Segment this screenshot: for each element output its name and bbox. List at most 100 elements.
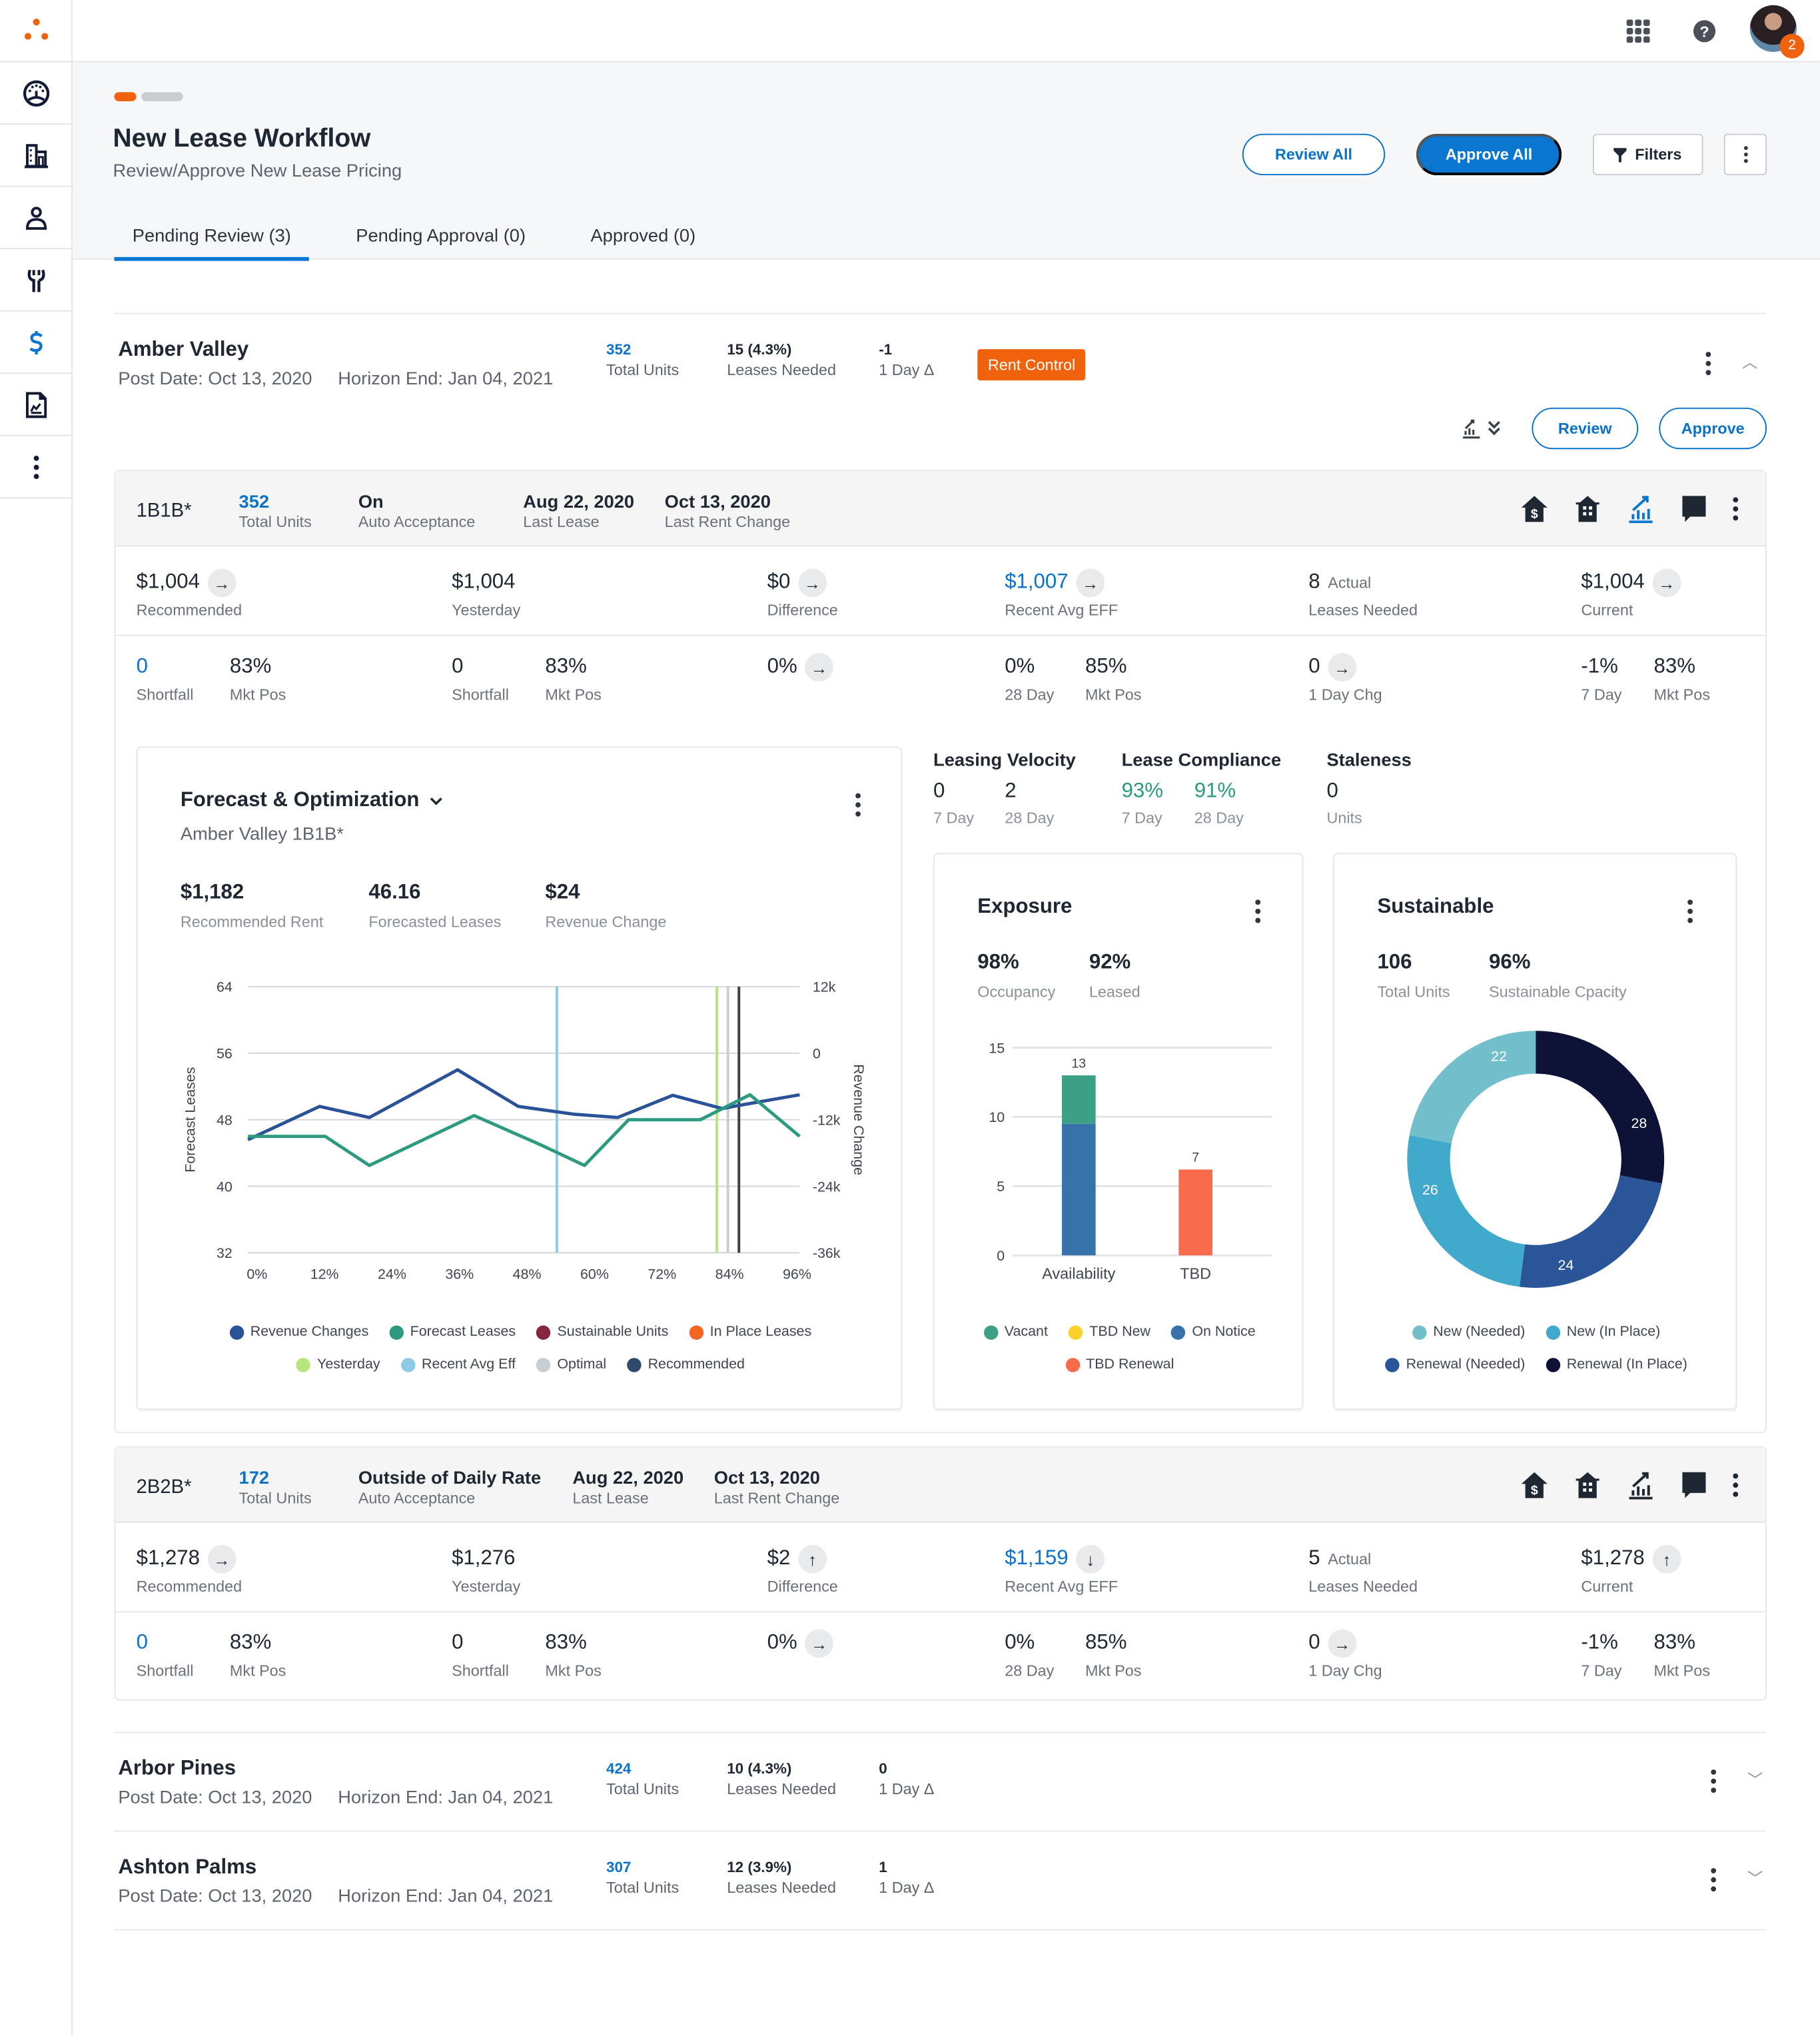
building-icon — [24, 143, 48, 168]
sidebar-item-residents[interactable] — [0, 187, 72, 250]
legend-item[interactable]: Recent Avg Eff — [400, 1356, 516, 1372]
page-dot[interactable] — [141, 92, 183, 101]
review-button[interactable]: Review — [1532, 407, 1639, 450]
more-options-button[interactable] — [1723, 133, 1767, 176]
legend-label: In Place Leases — [709, 1324, 812, 1340]
help-icon[interactable]: ? — [1693, 19, 1716, 43]
more-vertical-icon[interactable] — [1731, 494, 1739, 523]
leasing-velocity-title: Leasing Velocity — [933, 749, 1076, 770]
legend-item[interactable]: Revenue Changes — [229, 1324, 368, 1340]
property-name[interactable]: Arbor Pines — [118, 1758, 236, 1781]
chevron-up-icon[interactable]: ︿ — [1742, 350, 1757, 372]
slice-new-in-place- — [1407, 1135, 1526, 1287]
apartment-building-icon[interactable] — [1572, 1471, 1603, 1500]
leases-needed: 10 (4.3%) Leases Needed — [727, 1762, 837, 1798]
filters-button[interactable]: Filters — [1592, 133, 1703, 176]
avatar[interactable]: 2 — [1749, 5, 1805, 59]
metric-28-day: 0% 28 Day — [1005, 656, 1055, 704]
sustainable-title: Sustainable — [1377, 895, 1494, 918]
stat-recommended-rent: $1,182 Recommended Rent — [180, 881, 324, 931]
property-row: Arbor Pines Post Date: Oct 13, 2020 Hori… — [114, 1732, 1766, 1830]
metric-shortfall: 0 Shortfall — [136, 656, 194, 704]
comment-icon[interactable] — [1679, 1471, 1710, 1500]
apartment-building-icon[interactable] — [1572, 494, 1603, 523]
approve-all-button[interactable]: Approve All — [1416, 133, 1562, 176]
chevron-down-icon[interactable] — [430, 796, 442, 805]
legend-label: Recommended — [648, 1356, 745, 1372]
forecast-chart-icon[interactable] — [1625, 1471, 1657, 1500]
tab-approved[interactable]: Approved (0) — [572, 208, 713, 261]
property-menu-icon[interactable] — [1711, 1769, 1717, 1797]
sidebar-item-properties[interactable] — [0, 125, 72, 187]
stat-total-units: 106 Total Units — [1377, 951, 1450, 1001]
metric-mkt-pos: 85% Mkt Pos — [1085, 1632, 1142, 1680]
metric-shortfall: 0 Shortfall — [136, 1632, 194, 1680]
legend-item[interactable]: In Place Leases — [689, 1324, 811, 1340]
legend-swatch — [1385, 1357, 1400, 1372]
more-vertical-icon — [33, 454, 39, 479]
pricing-metrics-row: $1,004 → Recommended $1,004 Yesterday $0 → Di… — [115, 546, 1766, 636]
legend-item[interactable]: Renewal (Needed) — [1385, 1356, 1525, 1372]
x-tick-label: 12% — [310, 1266, 339, 1282]
sidebar-item-maintenance[interactable] — [0, 249, 72, 312]
x-tick-label: Availability — [1042, 1265, 1115, 1282]
sidebar-item-pricing[interactable] — [0, 312, 72, 374]
chart-toggle-icon[interactable] — [1462, 418, 1481, 439]
y-tick-label: 48 — [217, 1112, 232, 1128]
sidebar-item-dashboard[interactable] — [0, 63, 72, 125]
sustainable-menu-icon[interactable] — [1687, 899, 1693, 927]
property-name[interactable]: Amber Valley — [118, 339, 248, 362]
sidebar-item-more[interactable] — [0, 436, 72, 499]
house-dollar-icon[interactable]: $ — [1519, 1471, 1550, 1500]
review-all-button[interactable]: Review All — [1242, 133, 1386, 176]
forecast-menu-icon[interactable] — [855, 793, 861, 821]
legend-item[interactable]: New (Needed) — [1412, 1324, 1525, 1340]
tab-pending-review[interactable]: Pending Review (3) — [114, 208, 310, 261]
y2-axis-label: Revenue Change — [851, 1064, 867, 1175]
exposure-menu-icon[interactable] — [1255, 899, 1261, 927]
last-lease: Aug 22, 2020 Last Lease — [572, 1466, 684, 1508]
property-menu-icon[interactable] — [1705, 352, 1711, 379]
page-title: New Lease Workflow — [113, 125, 371, 153]
legend-item[interactable]: Sustainable Units — [536, 1324, 668, 1340]
sidebar-logo[interactable] — [0, 0, 72, 63]
property-menu-icon[interactable] — [1711, 1868, 1717, 1895]
metric-leases-needed: 5 Actual Leases Needed — [1308, 1547, 1418, 1596]
page-dot-active[interactable] — [114, 92, 137, 101]
y-tick-label: 32 — [217, 1245, 232, 1261]
bar-vacant — [1061, 1075, 1096, 1124]
legend-item[interactable]: Forecast Leases — [389, 1324, 516, 1340]
property-row: Ashton Palms Post Date: Oct 13, 2020 Hor… — [114, 1830, 1766, 1931]
legend-item[interactable]: Recommended — [627, 1356, 745, 1372]
legend-swatch — [389, 1324, 404, 1339]
legend-item[interactable]: Vacant — [983, 1324, 1048, 1340]
grid-icon[interactable] — [1626, 19, 1650, 43]
legend-item[interactable]: TBD Renewal — [1065, 1356, 1174, 1372]
leasing-velocity-28day: 2 28 Day — [1005, 780, 1055, 827]
property-name[interactable]: Ashton Palms — [118, 1856, 256, 1879]
arrow-down-icon: ↓ — [1076, 1544, 1105, 1574]
tab-pending-approval[interactable]: Pending Approval (0) — [338, 208, 544, 261]
chevron-double-down-icon[interactable] — [1488, 419, 1500, 436]
chevron-down-icon[interactable]: ﹀ — [1747, 1867, 1763, 1889]
legend-item[interactable]: TBD New — [1069, 1324, 1150, 1340]
comment-icon[interactable] — [1679, 494, 1710, 523]
legend-item[interactable]: Optimal — [536, 1356, 606, 1372]
forecast-subtitle: Amber Valley 1B1B* — [180, 823, 344, 844]
exposure-card: Exposure 98% Occupancy 92% Leased 15 10 5 0 13… — [933, 853, 1304, 1410]
legend-item[interactable]: On Notice — [1171, 1324, 1256, 1340]
metric-yesterday: $1,004 Yesterday — [452, 571, 521, 620]
approve-button[interactable]: Approve — [1659, 407, 1767, 450]
arrow-up-icon: ↑ — [1652, 1544, 1681, 1574]
legend-item[interactable]: Yesterday — [296, 1356, 380, 1372]
forecast-chart-icon[interactable] — [1625, 494, 1657, 524]
property-dates: Post Date: Oct 13, 2020 Horizon End: Jan… — [118, 1885, 553, 1905]
legend-swatch — [627, 1357, 642, 1372]
legend-item[interactable]: New (In Place) — [1546, 1324, 1660, 1340]
chevron-down-icon[interactable]: ﹀ — [1747, 1768, 1763, 1790]
more-vertical-icon[interactable] — [1731, 1471, 1739, 1500]
forecast-title[interactable]: Forecast & Optimization — [181, 789, 443, 813]
legend-item[interactable]: Renewal (In Place) — [1546, 1356, 1687, 1372]
sidebar-item-reports[interactable] — [0, 374, 72, 436]
house-dollar-icon[interactable]: $ — [1519, 494, 1550, 523]
